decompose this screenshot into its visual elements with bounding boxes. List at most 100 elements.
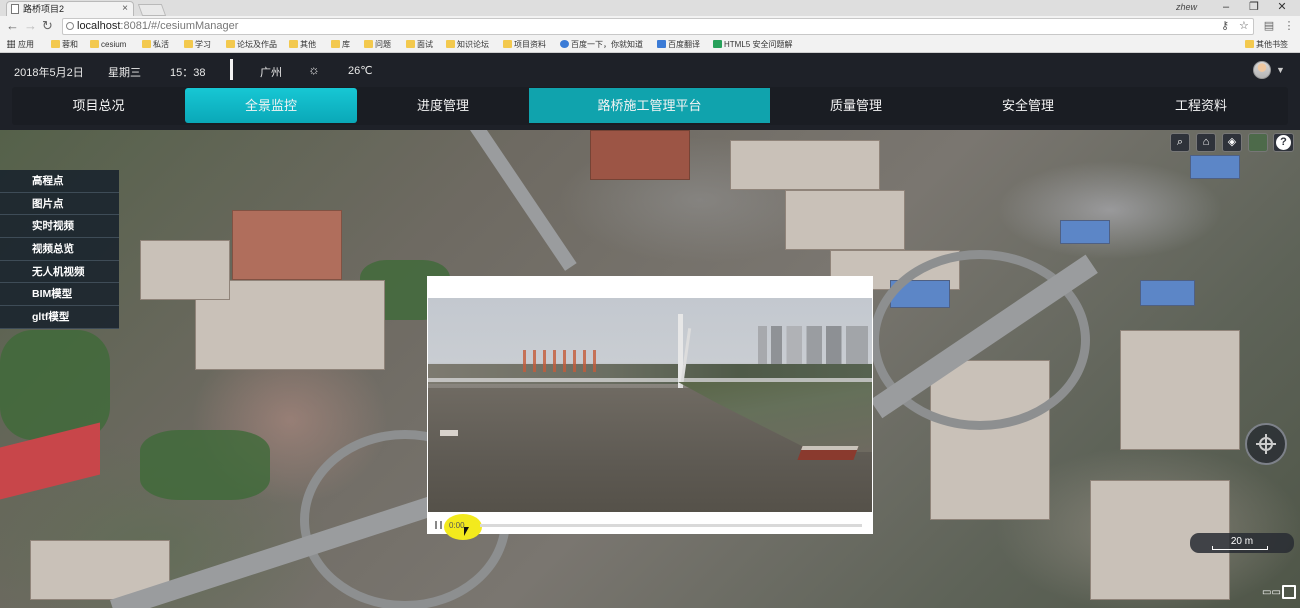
header-divider [230, 59, 233, 80]
map-vegetation [140, 430, 270, 500]
tab-title: 路桥项目2 [23, 4, 65, 14]
folder-icon [331, 40, 340, 48]
map-building [1190, 155, 1240, 179]
nav-item-documents[interactable]: 工程资料 [1114, 88, 1288, 123]
bookmark-star-icon[interactable]: ☆ [1239, 19, 1249, 34]
baidu-icon [560, 40, 569, 48]
scale-bar [1212, 546, 1268, 550]
window-minimize-button[interactable]: – [1212, 0, 1240, 16]
fullscreen-icon[interactable] [1282, 585, 1296, 599]
bookmark-folder[interactable]: 学习 [184, 39, 211, 50]
browser-user[interactable]: zhew [1176, 2, 1197, 12]
bookmark-other[interactable]: 其他书签 [1245, 39, 1288, 50]
video-controls: 0:00 [428, 512, 872, 540]
bookmark-apps[interactable]: 应用 [7, 39, 34, 50]
city-text: 广州 [260, 67, 282, 79]
map-building [1140, 280, 1195, 306]
url-input[interactable]: localhost:8081/#/cesiumManager ⚷ ☆ [62, 18, 1254, 35]
navigation-compass[interactable] [1245, 423, 1287, 465]
video-boat [440, 430, 458, 436]
folder-icon [364, 40, 373, 48]
date-text: 2018年5月2日 [14, 67, 84, 79]
bookmark-folder[interactable]: 项目资料 [503, 39, 546, 50]
video-city-skyline [758, 326, 868, 364]
bookmark-html5[interactable]: HTML5 安全问题解 [713, 39, 792, 50]
bookmark-baidu[interactable]: 百度一下，你就知道 [560, 39, 643, 50]
menu-icon[interactable]: ⋮ [1282, 19, 1296, 33]
map-building [140, 240, 230, 300]
new-tab-button[interactable] [137, 4, 167, 16]
map-building [1120, 330, 1240, 450]
bookmark-folder[interactable]: 知识论坛 [446, 39, 489, 50]
bookmark-folder[interactable]: 其他 [289, 39, 316, 50]
help-button[interactable]: ? [1273, 133, 1294, 152]
nav-item-overview[interactable]: 项目总况 [12, 88, 185, 123]
home-icon[interactable]: ⌂ [1196, 133, 1216, 152]
tab-close-icon[interactable]: × [122, 2, 128, 16]
nav-item-quality[interactable]: 质量管理 [770, 88, 942, 123]
map-building [1060, 220, 1110, 244]
mouse-cursor-icon [464, 527, 469, 536]
weather-sun-icon: ☼ [308, 62, 320, 77]
layer-item-video-overview[interactable]: 视频总览 [0, 238, 119, 261]
map-building [232, 210, 342, 280]
video-player[interactable] [428, 298, 872, 512]
video-port-cranes [523, 350, 603, 372]
bookmark-folder[interactable]: 面试 [406, 39, 433, 50]
bookmark-folder[interactable]: 论坛及作品 [226, 39, 277, 50]
nav-item-progress[interactable]: 进度管理 [357, 88, 529, 123]
platform-title: 路桥施工管理平台 [529, 88, 770, 123]
bookmark-folder[interactable]: cesium [90, 39, 126, 50]
bookmark-folder[interactable]: 库 [331, 39, 350, 50]
nav-item-panorama[interactable]: 全景监控 [185, 88, 357, 123]
map-building [730, 140, 880, 190]
browser-tab[interactable]: 路桥项目2 × [6, 1, 134, 16]
folder-icon [142, 40, 151, 48]
nav-item-safety[interactable]: 安全管理 [942, 88, 1114, 123]
key-icon[interactable]: ⚷ [1221, 19, 1229, 34]
search-icon[interactable]: ⌕ [1170, 133, 1190, 152]
reload-icon[interactable]: ↻ [42, 18, 53, 34]
clock-text: 15：38 [170, 67, 206, 79]
folder-icon [289, 40, 298, 48]
vr-icon[interactable]: ▭▭ [1262, 587, 1281, 599]
bookmarks-bar: 应用 蓉和 cesium 私活 学习 论坛及作品 其他 库 问题 面试 知识论坛… [0, 37, 1300, 53]
video-progress-bar[interactable] [480, 524, 862, 527]
folder-icon [226, 40, 235, 48]
video-time: 0:00 [449, 521, 465, 530]
extension-icon[interactable]: ▤ [1262, 19, 1276, 33]
distance-legend: 20 m [1190, 533, 1294, 553]
back-icon[interactable]: ← [6, 18, 19, 34]
apps-icon [7, 40, 16, 48]
folder-icon [184, 40, 193, 48]
layer-item-image-points[interactable]: 图片点 [0, 193, 119, 216]
user-avatar[interactable] [1253, 61, 1271, 79]
main-nav: 项目总况 全景监控 进度管理 路桥施工管理平台 质量管理 安全管理 工程资料 [12, 87, 1288, 125]
layer-item-live-video[interactable]: 实时视频 [0, 215, 119, 239]
chevron-down-icon[interactable]: ▼ [1276, 65, 1285, 75]
layer-item-drone-video[interactable]: 无人机视频 [0, 261, 119, 284]
bookmark-baidu-translate[interactable]: 百度翻译 [657, 39, 700, 50]
layer-item-elevation-points[interactable]: 高程点 [0, 170, 119, 193]
weekday-text: 星期三 [108, 67, 141, 79]
folder-icon [1245, 40, 1254, 48]
site-info-icon[interactable] [66, 22, 74, 30]
video-bridge-deck [428, 378, 872, 382]
window-restore-button[interactable]: ❐ [1240, 0, 1268, 16]
bookmark-folder[interactable]: 私活 [142, 39, 169, 50]
window-close-button[interactable]: ✕ [1268, 0, 1296, 16]
base-layer-picker-icon[interactable] [1248, 133, 1268, 152]
scene-mode-icon[interactable]: ◈ [1222, 133, 1242, 152]
sf-icon [713, 40, 722, 48]
pause-icon[interactable] [435, 521, 442, 529]
page-icon [11, 4, 19, 14]
bookmark-folder[interactable]: 蓉和 [51, 39, 78, 50]
forward-icon[interactable]: → [24, 18, 37, 34]
help-icon: ? [1276, 135, 1291, 150]
browser-titlebar: 路桥项目2 × zhew – ❐ ✕ [0, 0, 1300, 16]
layer-menu: 高程点 图片点 实时视频 视频总览 无人机视频 BIM模型 gltf模型 [0, 170, 119, 329]
layer-item-gltf-model[interactable]: gltf模型 [0, 306, 119, 329]
bookmark-folder[interactable]: 问题 [364, 39, 391, 50]
layer-item-bim-model[interactable]: BIM模型 [0, 283, 119, 307]
app-header: 2018年5月2日 星期三 15：38 广州 ☼ 26℃ ▼ 项目总况 全景监控… [0, 53, 1300, 130]
